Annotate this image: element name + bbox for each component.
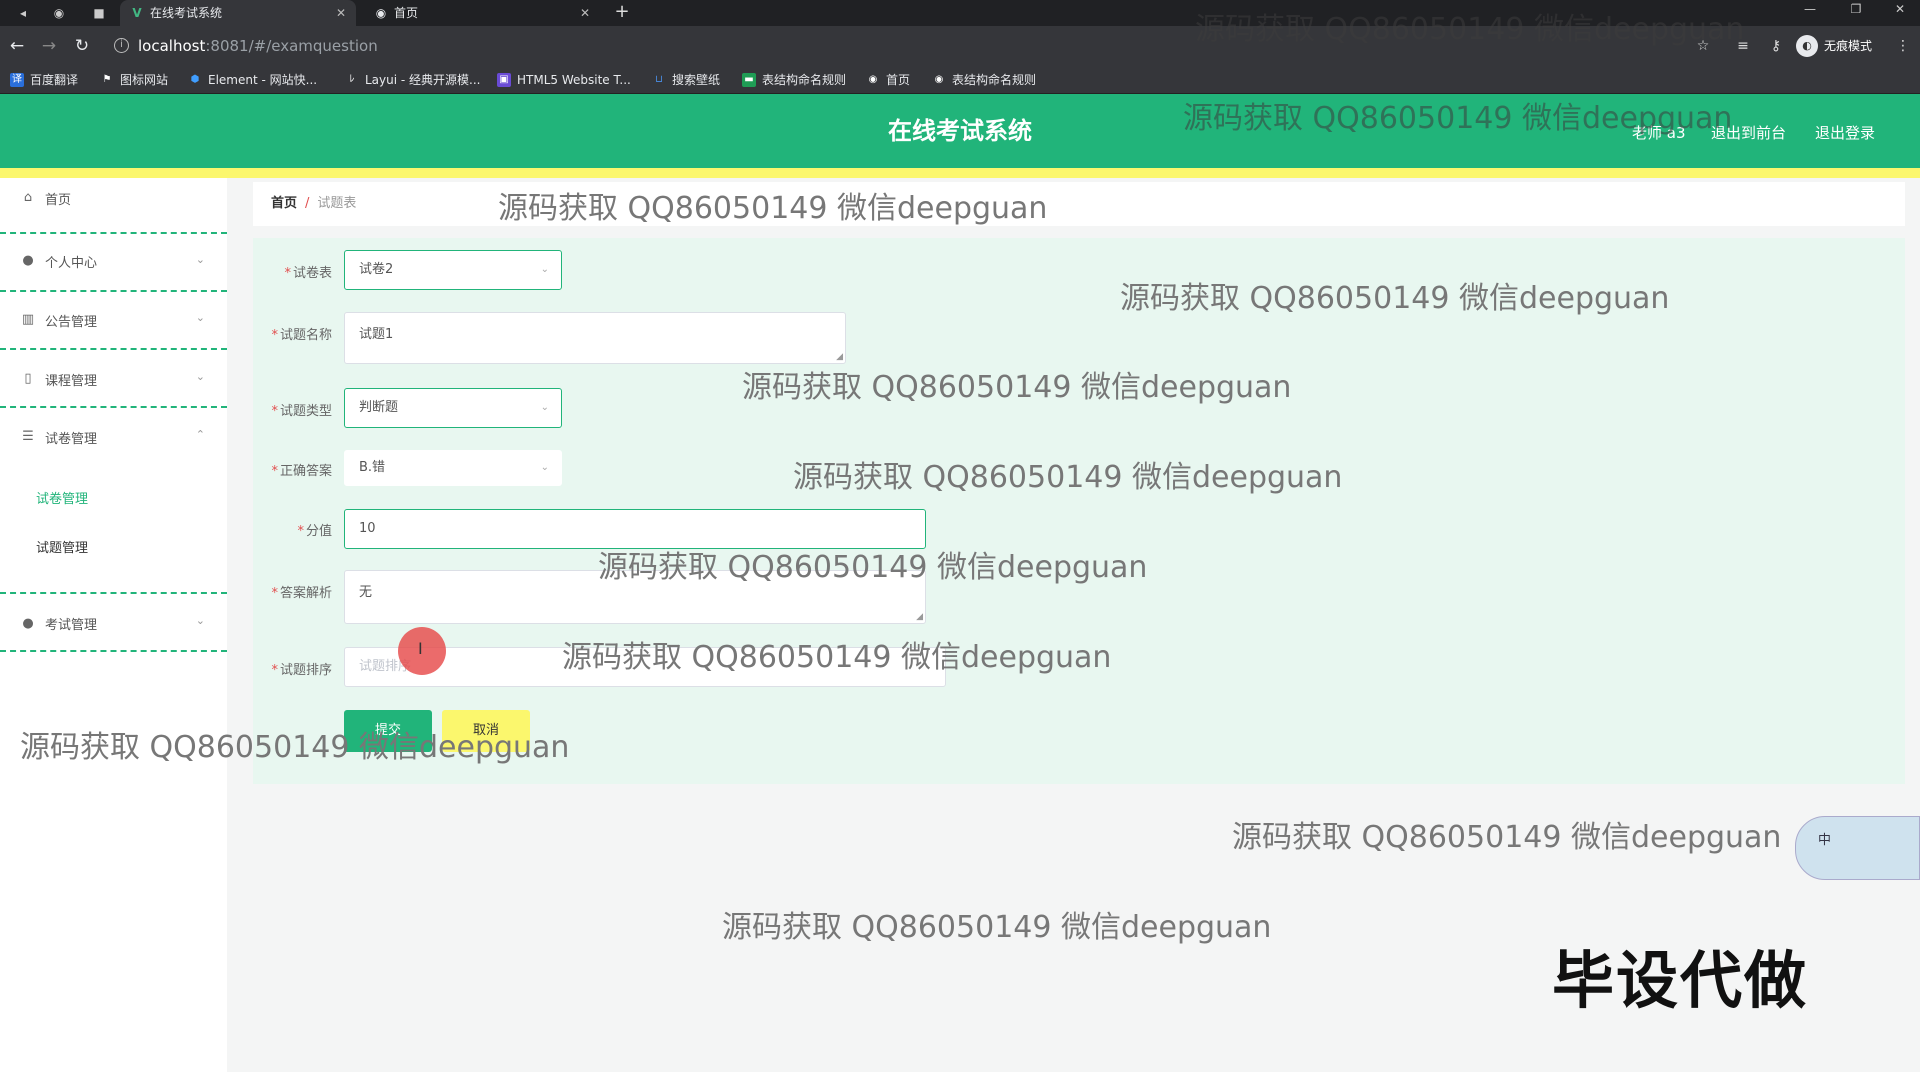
key-icon[interactable]: ⚷ bbox=[1765, 35, 1787, 57]
layui-icon: ﾚ bbox=[349, 74, 355, 85]
sidebar-item-home[interactable]: ⌂ 首页 bbox=[0, 178, 227, 234]
breadcrumb-home[interactable]: 首页 bbox=[271, 196, 297, 211]
name-label: * 试题名称 bbox=[271, 328, 332, 343]
bookmarks-bar: 译百度翻译 ⚑ 图标网站 ⬢ Element - 网站快... ﾚ Layui - 经… bbox=[0, 66, 1920, 94]
bookmark-item[interactable]: ▬ 表结构命名规则 bbox=[742, 71, 846, 89]
chevron-down-icon: ⌄ bbox=[195, 614, 205, 627]
paper-label: * 试卷表 bbox=[284, 266, 332, 281]
translate-icon: 译 bbox=[10, 73, 24, 87]
sheet-icon: ▬ bbox=[742, 73, 756, 87]
flag-icon: ⚑ bbox=[102, 74, 112, 85]
forward-icon[interactable]: → bbox=[38, 35, 60, 57]
bookmark-item[interactable]: ⊔ 搜索壁纸 bbox=[652, 71, 720, 89]
resize-grip-icon[interactable]: ◢ bbox=[916, 612, 923, 622]
sidebar-item-exam[interactable]: ● 考试管理 ⌄ bbox=[0, 594, 227, 652]
sidebar-item-paper[interactable]: ☰ 试卷管理 ⌃ bbox=[0, 408, 227, 466]
new-tab-button[interactable]: + bbox=[612, 0, 632, 26]
sidebar: ⌂ 首页 ● 个人中心 ⌄ ▥ 公告管理 ⌄ ▯ 课程管理 ⌄ ☰ 试卷管理 ⌃… bbox=[0, 178, 227, 1072]
chart-icon: ▥ bbox=[21, 312, 35, 327]
vue-icon: V bbox=[132, 6, 142, 20]
incognito-indicator[interactable]: ◐ 无痕模式 bbox=[1796, 34, 1872, 58]
bookmark-item[interactable]: ▣ HTML5 Website T... bbox=[497, 71, 631, 89]
tab-home[interactable]: ◉ 首页 ✕ bbox=[364, 0, 600, 26]
globe-icon[interactable]: ◉ bbox=[50, 4, 68, 22]
bookmark-item[interactable]: ﾚ Layui - 经典开源模... bbox=[345, 71, 481, 89]
watermark: 源码获取 QQ86050149 微信deepguan bbox=[722, 910, 1272, 945]
chevron-down-icon: ⌄ bbox=[540, 462, 549, 473]
home-icon: ⌂ bbox=[23, 190, 33, 205]
logout-link[interactable]: 退出登录 bbox=[1815, 122, 1875, 143]
chevron-down-icon: ⌄ bbox=[540, 264, 549, 275]
tab-exam-system[interactable]: V 在线考试系统 ✕ bbox=[120, 0, 356, 26]
mouse-cursor-highlight: I bbox=[398, 627, 446, 675]
bookmark-item[interactable]: ⚑ 图标网站 bbox=[100, 71, 169, 89]
globe-icon: ◉ bbox=[375, 6, 387, 20]
chevron-down-icon: ⌄ bbox=[540, 402, 549, 413]
watermark: 源码获取 QQ86050149 微信deepguan bbox=[1120, 281, 1670, 316]
element-icon: ⬢ bbox=[190, 74, 200, 85]
mic-icon: ▯ bbox=[24, 371, 32, 386]
restore-button[interactable]: ❐ bbox=[1836, 0, 1876, 20]
sliders-icon: ☰ bbox=[22, 429, 34, 444]
answer-select[interactable]: B.错 ⌄ bbox=[344, 450, 562, 486]
chevron-down-icon: ⌄ bbox=[195, 253, 205, 266]
sidebar-subitem-paper[interactable]: 试卷管理 bbox=[36, 488, 88, 507]
html5-icon: ▣ bbox=[497, 73, 511, 87]
watermark: 源码获取 QQ86050149 微信deepguan bbox=[1195, 12, 1745, 47]
big-watermark: 毕设代做 bbox=[1552, 944, 1809, 1017]
reload-icon[interactable]: ↻ bbox=[71, 35, 93, 57]
chevron-down-icon: ⌄ bbox=[195, 311, 205, 324]
watermark: 源码获取 QQ86050149 微信deepguan bbox=[1183, 101, 1733, 136]
close-tab-icon[interactable]: ✕ bbox=[580, 0, 590, 26]
watermark: 源码获取 QQ86050149 微信deepguan bbox=[20, 730, 570, 765]
order-label: * 试题排序 bbox=[271, 663, 332, 678]
bookmark-item[interactable]: ◉ 首页 bbox=[866, 71, 910, 89]
bulb-icon: ● bbox=[22, 616, 34, 631]
watermark: 源码获取 QQ86050149 微信deepguan bbox=[793, 460, 1343, 495]
close-tab-icon[interactable]: ✕ bbox=[336, 0, 346, 26]
sidebar-subitem-question[interactable]: 试题管理 bbox=[36, 537, 88, 556]
chevron-down-icon: ⌄ bbox=[195, 370, 205, 383]
sidebar-item-profile[interactable]: ● 个人中心 ⌄ bbox=[0, 234, 227, 292]
bookmark-item[interactable]: ◉ 表结构命名规则 bbox=[932, 71, 1036, 89]
info-icon[interactable]: i bbox=[114, 38, 129, 53]
back-icon[interactable]: ← bbox=[6, 35, 28, 57]
paper-select[interactable]: 试卷2 ⌄ bbox=[344, 250, 562, 290]
watermark: 源码获取 QQ86050149 微信deepguan bbox=[742, 370, 1292, 405]
watermark: 源码获取 QQ86050149 微信deepguan bbox=[498, 191, 1048, 226]
watermark: 源码获取 QQ86050149 微信deepguan bbox=[598, 550, 1148, 585]
sidebar-item-notice[interactable]: ▥ 公告管理 ⌄ bbox=[0, 292, 227, 350]
close-window-button[interactable]: ✕ bbox=[1880, 0, 1920, 20]
type-select[interactable]: 判断题 ⌄ bbox=[344, 388, 562, 428]
audio-icon[interactable]: ◂ bbox=[14, 4, 32, 22]
globe-icon: ◉ bbox=[934, 74, 944, 85]
analysis-label: * 答案解析 bbox=[271, 586, 332, 601]
chevron-up-icon: ⌃ bbox=[195, 428, 205, 441]
header-accent-strip bbox=[0, 168, 1920, 178]
user-icon: ● bbox=[22, 253, 34, 268]
answer-label: * 正确答案 bbox=[271, 464, 332, 479]
globe-icon: ◉ bbox=[868, 74, 878, 85]
watermark: 源码获取 QQ86050149 微信deepguan bbox=[1232, 820, 1782, 855]
bookmark-item[interactable]: 译百度翻译 bbox=[10, 71, 78, 89]
sidebar-submenu: 试卷管理 试题管理 bbox=[0, 466, 227, 594]
watermark: 源码获取 QQ86050149 微信deepguan bbox=[562, 640, 1112, 675]
incognito-icon: ◐ bbox=[1796, 35, 1818, 57]
resize-grip-icon[interactable]: ◢ bbox=[836, 352, 843, 362]
name-textarea[interactable]: 试题1 ◢ bbox=[344, 312, 846, 364]
type-label: * 试题类型 bbox=[271, 404, 332, 419]
tab-search-icon[interactable]: ■ bbox=[90, 4, 108, 22]
menu-dots-icon[interactable]: ⋮ bbox=[1892, 35, 1914, 57]
wallpaper-icon: ⊔ bbox=[655, 74, 663, 85]
sidebar-item-course[interactable]: ▯ 课程管理 ⌄ bbox=[0, 350, 227, 408]
breadcrumb-current: 试题表 bbox=[317, 196, 357, 211]
minimize-button[interactable]: — bbox=[1790, 0, 1830, 20]
bookmark-item[interactable]: ⬢ Element - 网站快... bbox=[188, 71, 317, 89]
score-label: * 分值 bbox=[297, 524, 332, 539]
ime-widget[interactable]: 中 bbox=[1795, 816, 1920, 880]
